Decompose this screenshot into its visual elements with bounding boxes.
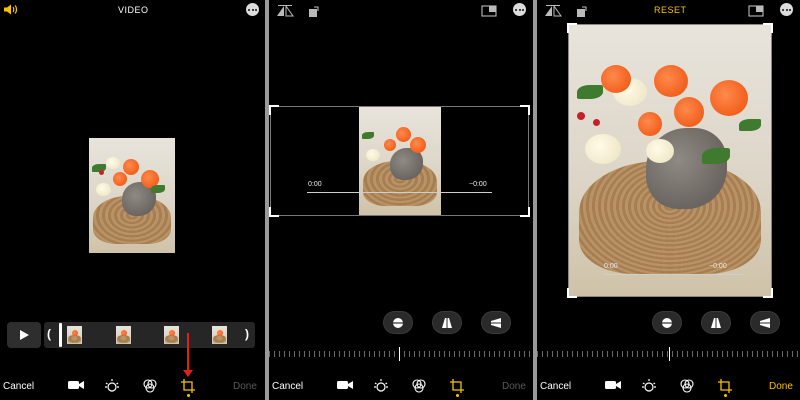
frame-thumbnail: [67, 326, 82, 344]
edit-toolbar: Cancel Done: [0, 377, 265, 397]
video-camera-icon[interactable]: [67, 378, 85, 397]
annotation-arrow: [183, 333, 193, 377]
crop-panel: 0:00 −0:00 Cancel Done: [269, 0, 533, 400]
flip-icon[interactable]: [276, 4, 294, 22]
crop-frame[interactable]: 0:00 −0:00: [269, 105, 530, 217]
more-icon[interactable]: [246, 3, 259, 16]
video-camera-icon[interactable]: [336, 378, 354, 397]
filters-icon[interactable]: [679, 378, 695, 399]
crop-corner-handle[interactable]: [520, 105, 530, 115]
straighten-button[interactable]: [652, 311, 682, 334]
video-preview: [359, 107, 441, 215]
crop-corner-handle[interactable]: [567, 288, 577, 298]
done-button[interactable]: Done: [502, 381, 526, 392]
aspect-ratio-icon[interactable]: [481, 4, 497, 22]
speaker-icon[interactable]: [3, 3, 19, 21]
video-edit-panel: VIDEO ( ) Cancel Done: [0, 0, 265, 400]
more-icon[interactable]: [780, 3, 793, 16]
play-button[interactable]: [7, 322, 41, 348]
reset-button[interactable]: RESET: [654, 5, 687, 15]
crop-corner-handle[interactable]: [269, 105, 279, 115]
time-remaining: −0:00: [469, 181, 487, 188]
time-elapsed: 0:00: [308, 181, 322, 188]
adjust-dial-icon[interactable]: [373, 378, 389, 399]
filters-icon[interactable]: [411, 378, 427, 399]
video-scrubber[interactable]: [307, 192, 492, 193]
rotate-icon[interactable]: [307, 4, 321, 23]
video-preview: [569, 25, 771, 296]
time-elapsed: 0:00: [604, 263, 618, 270]
crop-corner-handle[interactable]: [567, 23, 577, 33]
time-remaining: −0:00: [709, 263, 727, 270]
horizontal-perspective-button[interactable]: [481, 311, 511, 334]
horizontal-perspective-button[interactable]: [750, 311, 780, 334]
selected-indicator: [456, 394, 459, 397]
crop-frame[interactable]: 0:00 −0:00: [567, 23, 773, 298]
flip-icon[interactable]: [544, 4, 562, 22]
rotation-ruler[interactable]: [537, 347, 800, 361]
selected-indicator: [187, 394, 190, 397]
vertical-perspective-icon: [711, 317, 721, 328]
more-icon[interactable]: [513, 3, 526, 16]
straighten-icon: [393, 317, 403, 328]
filters-icon[interactable]: [142, 378, 158, 399]
video-preview: [89, 138, 175, 253]
trim-handle-right[interactable]: ): [245, 327, 249, 341]
done-button[interactable]: Done: [233, 381, 257, 392]
straighten-icon: [662, 317, 672, 328]
frame-thumbnail: [164, 326, 179, 344]
edit-toolbar: Cancel Done: [537, 377, 800, 397]
mode-title: VIDEO: [118, 5, 149, 15]
trim-handle-left[interactable]: (: [47, 327, 51, 341]
adjust-dial-icon[interactable]: [641, 378, 657, 399]
horizontal-perspective-icon: [760, 317, 770, 328]
frame-thumbnail: [116, 326, 131, 344]
crop-panel-rotated: RESET 0:00 −0:00 Cancel Done: [537, 0, 800, 400]
crop-corner-handle[interactable]: [269, 207, 279, 217]
video-timeline[interactable]: ( ): [7, 322, 255, 348]
vertical-perspective-icon: [442, 317, 452, 328]
vertical-perspective-button[interactable]: [432, 311, 462, 334]
rotate-icon[interactable]: [575, 4, 589, 23]
cancel-button[interactable]: Cancel: [540, 381, 571, 392]
selected-indicator: [724, 394, 727, 397]
frame-strip[interactable]: ( ): [44, 322, 255, 348]
play-icon: [20, 330, 29, 340]
straighten-button[interactable]: [383, 311, 413, 334]
aspect-ratio-icon[interactable]: [748, 4, 764, 22]
crop-corner-handle[interactable]: [763, 23, 773, 33]
vertical-perspective-button[interactable]: [701, 311, 731, 334]
frame-thumbnail: [212, 326, 227, 344]
video-camera-icon[interactable]: [604, 378, 622, 397]
cancel-button[interactable]: Cancel: [3, 381, 34, 392]
done-button[interactable]: Done: [769, 381, 793, 392]
cancel-button[interactable]: Cancel: [272, 381, 303, 392]
crop-corner-handle[interactable]: [520, 207, 530, 217]
rotation-ruler[interactable]: [269, 347, 533, 361]
horizontal-perspective-icon: [491, 317, 501, 328]
adjust-dial-icon[interactable]: [104, 378, 120, 399]
video-scrubber[interactable]: [603, 274, 743, 275]
edit-toolbar: Cancel Done: [269, 377, 533, 397]
playhead[interactable]: [59, 323, 62, 347]
crop-corner-handle[interactable]: [763, 288, 773, 298]
